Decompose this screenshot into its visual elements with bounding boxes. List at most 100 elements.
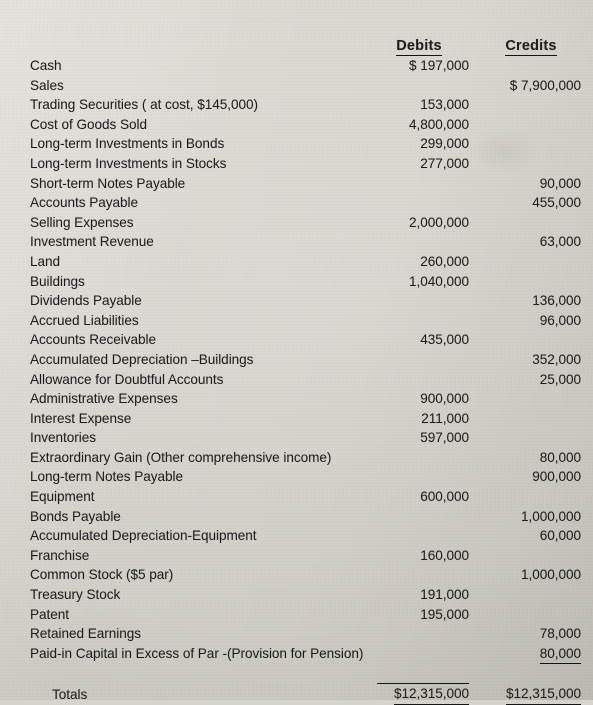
table-row: Accumulated Depreciation –Buildings 352,0… [0,350,593,370]
table-row: Allowance for Doubtful Accounts 25,000 [0,370,593,390]
table-row: Investment Revenue 63,000 [0,232,593,252]
account-name-cell: Short-term Notes Payable [30,175,186,191]
totals-rule-row [0,664,593,684]
debit-amount-cell: 2,000,000 [408,214,469,230]
account-name-cell: Sales [30,77,64,93]
table-row: Treasury Stock 191,000 [0,585,593,605]
credit-amount-cell [481,409,593,429]
debit-amount-cell: 191,000 [420,587,469,603]
debit-amount-cell: 299,000 [420,136,469,152]
table-header: Debits Credits [0,0,593,56]
account-name-cell: Allowance for Doubtful Accounts [30,371,224,387]
scanned-ledger-page: Debits Credits Cash $ 197,000 Sales $ 7,900… [0,0,593,705]
table-row: Long-term Investments in Stocks 277,000 [0,154,593,174]
debit-amount-cell: 260,000 [420,253,469,269]
table-row: Long-term Investments in Bonds 299,000 [0,134,593,154]
credit-amount-cell: 60,000 [539,528,581,544]
debit-total-cell: $12,315,000 [369,684,481,705]
credit-amount-value: 80,000 [539,644,581,665]
debit-amount-cell [369,526,481,546]
account-name-cell: Cost of Goods Sold [30,116,147,132]
debit-amount-cell [369,448,481,468]
table-row: Bonds Payable 1,000,000 [0,507,593,527]
table-row: Sales $ 7,900,000 [0,76,593,96]
credit-amount-cell [481,115,593,135]
credit-amount-cell [481,252,593,272]
credit-amount-cell: 136,000 [532,293,581,309]
totals-row: Totals $12,315,000 $12,315,000 [0,684,593,705]
account-name-cell: Selling Expenses [30,214,134,230]
debit-amount-cell: 4,800,000 [408,116,469,132]
debit-amount-cell [369,291,481,311]
table-body: Cash $ 197,000 Sales $ 7,900,000 Trading Sec… [0,56,593,705]
debit-amount-cell [369,174,481,194]
debit-amount-cell [369,76,481,96]
debits-column-header-label: Debits [396,38,442,56]
debit-amount-cell [369,644,481,665]
table-row: Retained Earnings 78,000 [0,624,593,644]
debit-amount-cell: 153,000 [420,97,469,113]
totals-rule-spacer [0,664,369,684]
account-name-cell: Equipment [30,489,95,505]
table-row: Paid-in Capital in Excess of Par -(Provi… [0,644,593,665]
table-row: Equipment 600,000 [0,487,593,507]
account-name-cell: Administrative Expenses [30,391,178,407]
account-name-cell: Paid-in Capital in Excess of Par -(Provi… [30,646,364,662]
credit-amount-cell [481,546,593,566]
credit-amount-cell [481,605,593,625]
credit-amount-cell: 352,000 [532,351,581,367]
credit-amount-cell [481,134,593,154]
debit-amount-cell [369,232,481,252]
debit-amount-cell [369,624,481,644]
table-row: Long-term Notes Payable 900,000 [0,467,593,487]
table-row: Accounts Receivable 435,000 [0,330,593,350]
debit-total-rule [369,664,481,684]
credits-column-header: Credits [481,0,593,56]
credit-total-value: $12,315,000 [505,684,581,705]
account-name-cell: Accounts Receivable [30,332,156,348]
account-name-cell: Accrued Liabilities [30,312,139,328]
debit-amount-cell [369,565,481,585]
debit-amount-cell: 195,000 [420,606,469,622]
account-name-cell: Long-term Notes Payable [30,469,183,485]
credit-amount-cell: 96,000 [539,312,581,328]
account-name-cell: Interest Expense [30,410,132,426]
debit-amount-cell: 160,000 [420,547,469,563]
debit-amount-cell [369,507,481,527]
credit-amount-cell [481,330,593,350]
account-name-cell: Extraordinary Gain (Other comprehensive … [30,449,332,465]
credit-amount-cell [481,213,593,233]
credit-total-rule [481,664,593,684]
table-row: Buildings 1,040,000 [0,272,593,292]
account-name-cell: Treasury Stock [30,587,121,603]
account-name-cell: Franchise [30,547,90,563]
credit-amount-cell [481,272,593,292]
table-row: Administrative Expenses 900,000 [0,389,593,409]
debit-amount-cell: 900,000 [420,391,469,407]
credit-amount-cell [481,389,593,409]
debit-amount-cell: 277,000 [420,155,469,171]
account-name-cell: Inventories [30,430,96,446]
debit-amount-cell: $ 197,000 [408,58,469,73]
account-name-cell: Bonds Payable [30,508,121,524]
debit-amount-cell [369,193,481,213]
account-name-cell: Retained Earnings [30,626,141,642]
debits-column-header: Debits [369,0,481,56]
debit-amount-cell: 600,000 [420,489,469,505]
debit-amount-cell: 435,000 [420,332,469,348]
table-row: Land 260,000 [0,252,593,272]
credit-amount-cell: 1,000,000 [520,508,581,524]
account-name-cell: Long-term Investments in Stocks [30,155,227,171]
trial-balance-table: Debits Credits Cash $ 197,000 Sales $ 7,900… [0,0,593,705]
table-row: Patent 195,000 [0,605,593,625]
credit-amount-cell [481,95,593,115]
account-name-cell: Patent [30,606,70,622]
table-row: Short-term Notes Payable 90,000 [0,174,593,194]
table-row: Selling Expenses 2,000,000 [0,213,593,233]
credit-amount-cell: 1,000,000 [520,567,581,583]
table-row: Dividends Payable 136,000 [0,291,593,311]
account-name-cell: Dividends Payable [30,293,142,309]
debit-total-value: $12,315,000 [393,684,469,705]
account-name-cell: Buildings [30,273,85,289]
credit-amount-cell: 455,000 [532,195,581,211]
